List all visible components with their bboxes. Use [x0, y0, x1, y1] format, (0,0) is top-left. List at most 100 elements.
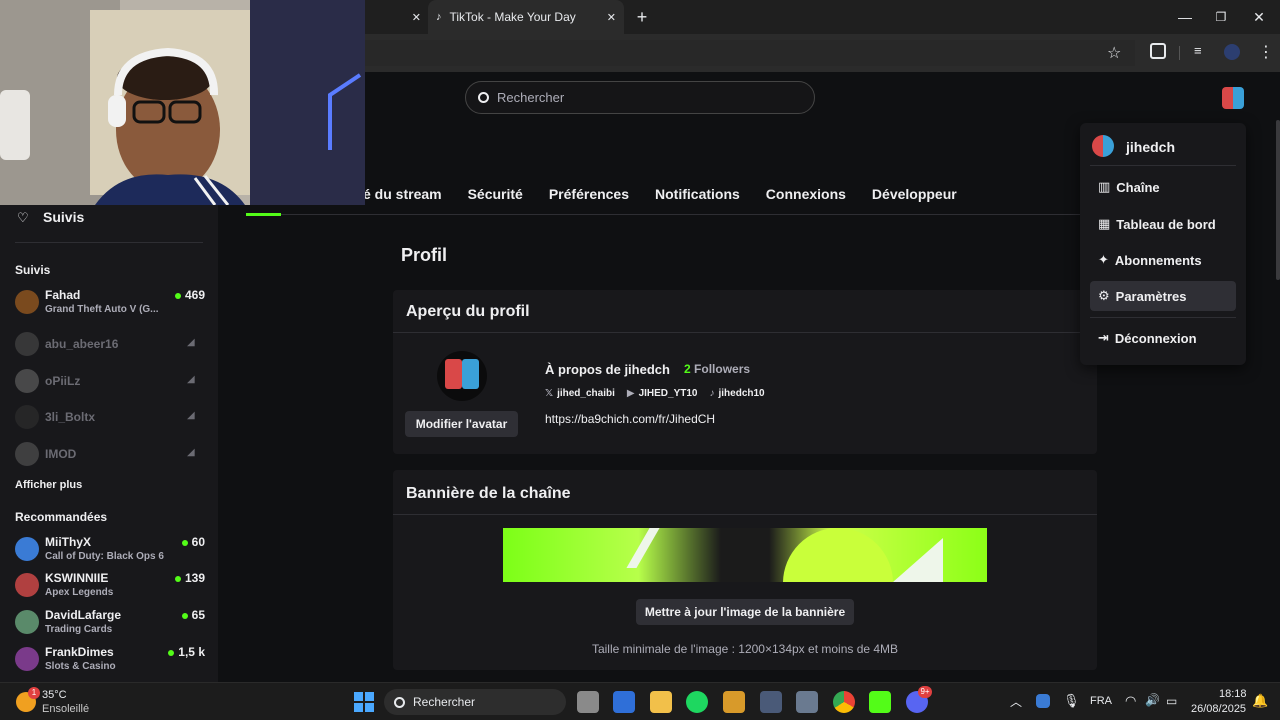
- menu-item-logout[interactable]: ⇥ Déconnexion: [1090, 323, 1236, 353]
- taskbar-search[interactable]: Rechercher: [384, 689, 566, 715]
- tab-connections[interactable]: Connexions: [766, 186, 846, 206]
- avatar: [15, 405, 39, 429]
- edit-avatar-button[interactable]: Modifier l'avatar: [405, 411, 518, 437]
- battery-icon[interactable]: ▭: [1166, 694, 1177, 708]
- search-input[interactable]: Rechercher: [465, 81, 815, 114]
- avatar: [15, 610, 39, 634]
- search-icon: [478, 92, 489, 103]
- notification-bell-icon[interactable]: 🔔: [1252, 693, 1268, 709]
- menu-item-dashboard[interactable]: ▦ Tableau de bord: [1090, 209, 1236, 239]
- tab-notifications[interactable]: Notifications: [655, 186, 740, 206]
- tab-stream-key[interactable]: é du stream: [363, 186, 442, 206]
- user-avatar-button[interactable]: [1222, 87, 1244, 109]
- address-bar[interactable]: [365, 40, 1135, 66]
- search-placeholder: Rechercher: [497, 90, 565, 105]
- followed-header: Suivis: [15, 263, 51, 277]
- followed-channel-offline[interactable]: oPiiLz ◢: [15, 367, 205, 397]
- channel-name: DavidLafarge: [45, 608, 122, 622]
- language-indicator[interactable]: FRA: [1090, 695, 1112, 707]
- social-links: 𝕏jihed_chaibi ▶ JIHED_YT10 ♪ jihedch10: [545, 388, 765, 399]
- channel-name: MiiThyX: [45, 535, 92, 549]
- new-tab-button[interactable]: +: [632, 0, 652, 34]
- followed-channel-offline[interactable]: IMOD ◢: [15, 440, 205, 470]
- microphone-icon[interactable]: 🎙: [1063, 693, 1080, 709]
- channel-game: Slots & Casino: [45, 661, 116, 672]
- weather-badge: 1: [28, 687, 40, 699]
- profile-avatar: [437, 351, 487, 401]
- offline-icon: ◢: [187, 374, 195, 385]
- tab-developer[interactable]: Développeur: [872, 186, 957, 206]
- followed-channel-offline[interactable]: 3li_Boltx ◢: [15, 403, 205, 433]
- window-close-button[interactable]: ✕: [1236, 0, 1280, 34]
- weather-temp: 35°C: [42, 689, 67, 701]
- followed-channel-fahad[interactable]: Fahad Grand Theft Auto V (G... 469: [15, 288, 205, 318]
- clock-date[interactable]: 26/08/2025: [1191, 703, 1246, 715]
- dashboard-icon: ▦: [1098, 216, 1111, 231]
- x-link[interactable]: 𝕏jihed_chaibi: [545, 388, 615, 399]
- wifi-icon[interactable]: ◠: [1125, 693, 1136, 709]
- bookmark-star-icon[interactable]: ☆: [1107, 43, 1121, 63]
- file-explorer-icon[interactable]: [650, 691, 672, 713]
- app-icon[interactable]: [796, 691, 818, 713]
- tab-close-icon[interactable]: ✕: [412, 11, 421, 24]
- about-title: À propos de jihedch: [545, 362, 670, 377]
- avatar: [15, 442, 39, 466]
- store-icon[interactable]: [613, 691, 635, 713]
- app-icon[interactable]: [723, 691, 745, 713]
- youtube-link[interactable]: ▶ JIHED_YT10: [627, 388, 698, 399]
- avatar: [15, 332, 39, 356]
- recommended-channel[interactable]: KSWINNIIE Apex Legends 139: [15, 571, 205, 601]
- tiktok-link[interactable]: ♪ jihedch10: [709, 388, 764, 399]
- discord-badge: 9+: [918, 686, 932, 698]
- tray-chevron-icon[interactable]: ︿: [1010, 693, 1022, 710]
- gear-icon: ⚙: [1098, 288, 1110, 303]
- volume-icon[interactable]: 🔊: [1145, 693, 1160, 707]
- recommended-channel[interactable]: MiiThyX Call of Duty: Black Ops 6 60: [15, 535, 205, 565]
- menu-divider: [1090, 165, 1236, 166]
- kick-icon[interactable]: [869, 691, 891, 713]
- extensions-icon[interactable]: [1150, 43, 1166, 59]
- channel-name: 3li_Boltx: [45, 410, 96, 424]
- menu-item-channel[interactable]: ▥ Chaîne: [1090, 172, 1236, 202]
- profile-link[interactable]: https://ba9chich.com/fr/JihedCH: [545, 412, 715, 426]
- page-scrollbar[interactable]: [1276, 120, 1280, 280]
- windows-start-icon[interactable]: [353, 691, 375, 713]
- browser-menu-icon[interactable]: ⋮: [1258, 42, 1274, 62]
- clock-time[interactable]: 18:18: [1219, 688, 1247, 700]
- menu-item-settings[interactable]: ⚙ Paramètres: [1090, 281, 1236, 311]
- sidebar-following-link[interactable]: Suivis: [43, 209, 84, 225]
- recommended-channel[interactable]: DavidLafarge Trading Cards 65: [15, 608, 205, 638]
- spotify-icon[interactable]: [686, 691, 708, 713]
- followers-count: 2: [684, 362, 691, 376]
- tab-close-icon[interactable]: ✕: [607, 11, 616, 24]
- viewer-count: 65: [182, 608, 205, 622]
- show-more-link[interactable]: Afficher plus: [15, 479, 82, 491]
- banner-image: [503, 528, 987, 582]
- tiktok-handle: jihedch10: [718, 388, 765, 399]
- recommended-channel[interactable]: FrankDimes Slots & Casino 1,5 k: [15, 645, 205, 675]
- previous-tab[interactable]: ✕: [365, 0, 425, 34]
- tab-preferences[interactable]: Préférences: [549, 186, 629, 206]
- avatar: [15, 573, 39, 597]
- chrome-icon[interactable]: [833, 691, 855, 713]
- card-divider: [393, 514, 1097, 515]
- task-view-icon[interactable]: [577, 691, 599, 713]
- followed-channel-offline[interactable]: abu_abeer16 ◢: [15, 330, 205, 360]
- menu-item-subscriptions[interactable]: ✦ Abonnements: [1090, 245, 1236, 275]
- offline-icon: ◢: [187, 410, 195, 421]
- channel-game: Trading Cards: [45, 624, 113, 635]
- tab-security[interactable]: Sécurité: [468, 186, 523, 206]
- heart-icon: ♡: [17, 210, 29, 225]
- media-control-icon[interactable]: ≡: [1194, 43, 1202, 58]
- offline-icon: ◢: [187, 447, 195, 458]
- update-banner-button[interactable]: Mettre à jour l'image de la bannière: [636, 599, 854, 625]
- offline-icon: ◢: [187, 337, 195, 348]
- tabs-divider: [246, 214, 1096, 215]
- banner-hint: Taille minimale de l'image : 1200×134px …: [591, 642, 899, 656]
- tab-tiktok[interactable]: ♪ TikTok - Make Your Day ✕: [428, 0, 624, 34]
- profile-avatar-icon[interactable]: [1224, 44, 1240, 60]
- security-icon[interactable]: [1036, 694, 1050, 708]
- channel-name: IMOD: [45, 447, 77, 461]
- menu-item-label: Paramètres: [1115, 288, 1187, 304]
- app-icon[interactable]: [760, 691, 782, 713]
